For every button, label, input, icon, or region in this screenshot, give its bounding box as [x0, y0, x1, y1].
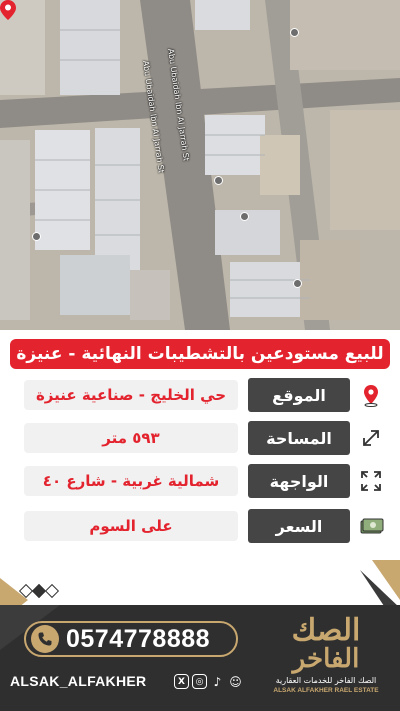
- info-row-facade: شمالية غربية - شارع ٤٠ الواجهة: [0, 464, 400, 498]
- listing-title: للبيع مستودعين بالتشطيبات النهائية - عني…: [10, 339, 390, 369]
- price-label: السعر: [248, 509, 350, 543]
- resize-arrow-icon: [363, 430, 379, 446]
- location-pin-icon[interactable]: [0, 0, 16, 20]
- snapchat-icon[interactable]: ☺: [228, 674, 243, 689]
- social-handle[interactable]: ALSAK_ALFAKHER: [10, 673, 146, 689]
- info-row-location: حي الخليج - صناعية عنيزة الموقع: [0, 378, 400, 412]
- logo-mark-line2: الفاخر: [292, 644, 360, 674]
- x-icon[interactable]: X: [174, 674, 189, 689]
- social-icons: X ◎ ♪ ☺: [174, 674, 243, 689]
- place-marker-icon[interactable]: [32, 232, 41, 241]
- page-dot: [44, 583, 60, 599]
- expand-corners-icon: [361, 471, 381, 491]
- facade-value: شمالية غربية - شارع ٤٠: [24, 466, 238, 496]
- info-row-area: ٥٩٣ متر المساحة: [0, 421, 400, 455]
- phone-number[interactable]: 0574778888: [66, 624, 210, 654]
- map-image: [0, 0, 400, 330]
- place-marker-icon[interactable]: [290, 28, 299, 37]
- logo-arabic-name: الصك الفاخر للخدمات العقارية: [275, 676, 377, 685]
- area-label: المساحة: [248, 421, 350, 455]
- phone-icon[interactable]: [31, 625, 59, 653]
- price-value: على السوم: [24, 511, 238, 541]
- area-value: ٥٩٣ متر: [24, 423, 238, 453]
- info-row-price: على السوم السعر: [0, 509, 400, 543]
- instagram-icon[interactable]: ◎: [192, 674, 207, 689]
- satellite-map: Abu Ubaidah Ibn Al Jarrah St Abu Ubaidah…: [0, 0, 400, 330]
- location-value: حي الخليج - صناعية عنيزة: [24, 380, 238, 410]
- location-pin-icon: [364, 385, 378, 407]
- tiktok-icon[interactable]: ♪: [210, 674, 225, 689]
- pagination-dots: [18, 583, 60, 599]
- place-marker-icon[interactable]: [214, 176, 223, 185]
- logo-english-name: ALSAK ALFAKHER RAEL ESTATE: [273, 687, 379, 694]
- place-marker-icon[interactable]: [293, 279, 302, 288]
- logo-mark-line1: الصك: [291, 613, 361, 648]
- place-marker-icon[interactable]: [240, 212, 249, 221]
- location-label: الموقع: [248, 378, 350, 412]
- cash-icon: [360, 518, 384, 534]
- company-logo: الصك الفاخر الصك الفاخر للخدمات العقارية…: [269, 612, 383, 711]
- facade-label: الواجهة: [248, 464, 350, 498]
